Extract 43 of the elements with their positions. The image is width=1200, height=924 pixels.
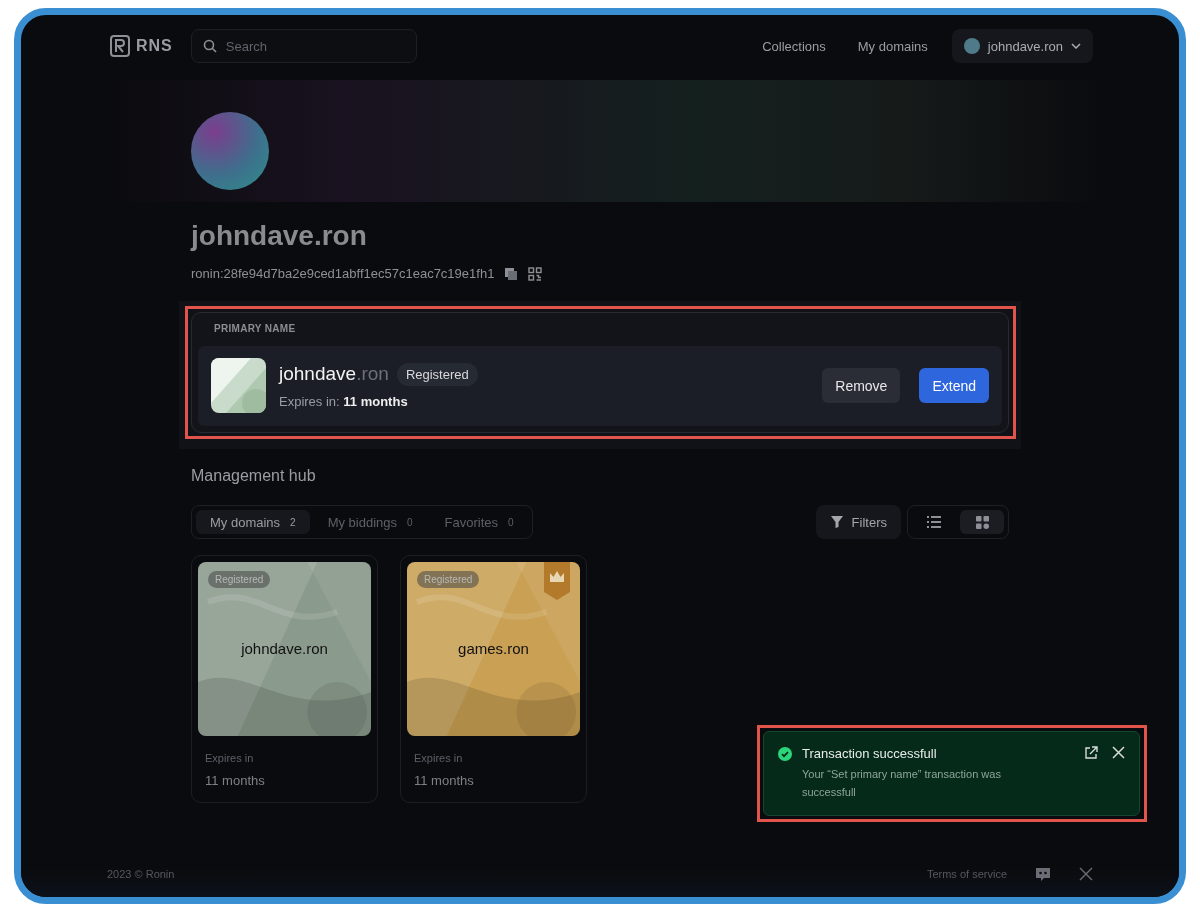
section-title: Management hub xyxy=(191,467,317,485)
status-badge: Registered xyxy=(396,362,478,386)
account-button[interactable]: johndave.ron xyxy=(951,29,1093,63)
grid-icon xyxy=(975,515,989,529)
domain-name: johndave.ron xyxy=(279,363,389,385)
domain-name: johndave.ron xyxy=(240,640,329,657)
expiry-label: Expires in xyxy=(414,752,464,764)
domain-card[interactable]: Registered johndave.ron Expires in 11 months xyxy=(191,555,378,803)
external-link-icon[interactable] xyxy=(1084,746,1098,760)
extend-button[interactable]: Extend xyxy=(919,368,989,403)
filter-icon xyxy=(829,515,844,529)
profile-name: johndave.ron xyxy=(191,220,368,252)
tab[interactable]: My domains 2 xyxy=(196,510,310,534)
nav-link[interactable]: Collections xyxy=(762,38,826,54)
section-label: PRIMARY NAME xyxy=(213,323,297,334)
chat-bubble-icon[interactable] xyxy=(1035,867,1051,881)
remove-button[interactable]: Remove xyxy=(822,368,901,403)
expiry-label: Expires in xyxy=(205,752,255,764)
filters-button[interactable]: Filters xyxy=(815,505,901,539)
status-badge: Registered xyxy=(208,571,271,588)
avatar-icon xyxy=(963,38,980,54)
logo-icon[interactable] xyxy=(110,35,130,57)
status-badge: Registered xyxy=(417,571,480,588)
logo-text[interactable]: RNS xyxy=(136,37,173,55)
copy-icon[interactable] xyxy=(504,266,519,281)
check-circle-icon xyxy=(778,747,792,761)
grid-view-button[interactable] xyxy=(960,510,1004,534)
expiry-text: Expires in: 11 months xyxy=(279,393,409,409)
search-field[interactable]: Search xyxy=(190,29,417,63)
x-logo-icon[interactable] xyxy=(1079,867,1093,881)
qr-code-icon[interactable] xyxy=(528,266,543,281)
domain-card[interactable]: Registered games.ron Expires in 11 months xyxy=(400,555,587,803)
toast-title: Transaction successfull xyxy=(802,746,938,761)
list-icon xyxy=(927,516,941,528)
domain-name: games.ron xyxy=(457,640,530,657)
copyright-text: 2023 © Ronin xyxy=(107,868,175,880)
toast-message: Your “Set primary name” transaction was successfull xyxy=(802,767,1002,800)
expiry-value: 11 months xyxy=(205,773,266,788)
expiry-value: 11 months xyxy=(414,773,475,788)
close-icon[interactable] xyxy=(1112,746,1125,759)
nav-link[interactable]: My domains xyxy=(857,38,928,54)
chevron-down-icon xyxy=(1071,43,1081,49)
wallet-address: ronin:28fe94d7ba2e9ced1abff1ec57c1eac7c19e1fh1 xyxy=(191,266,495,281)
